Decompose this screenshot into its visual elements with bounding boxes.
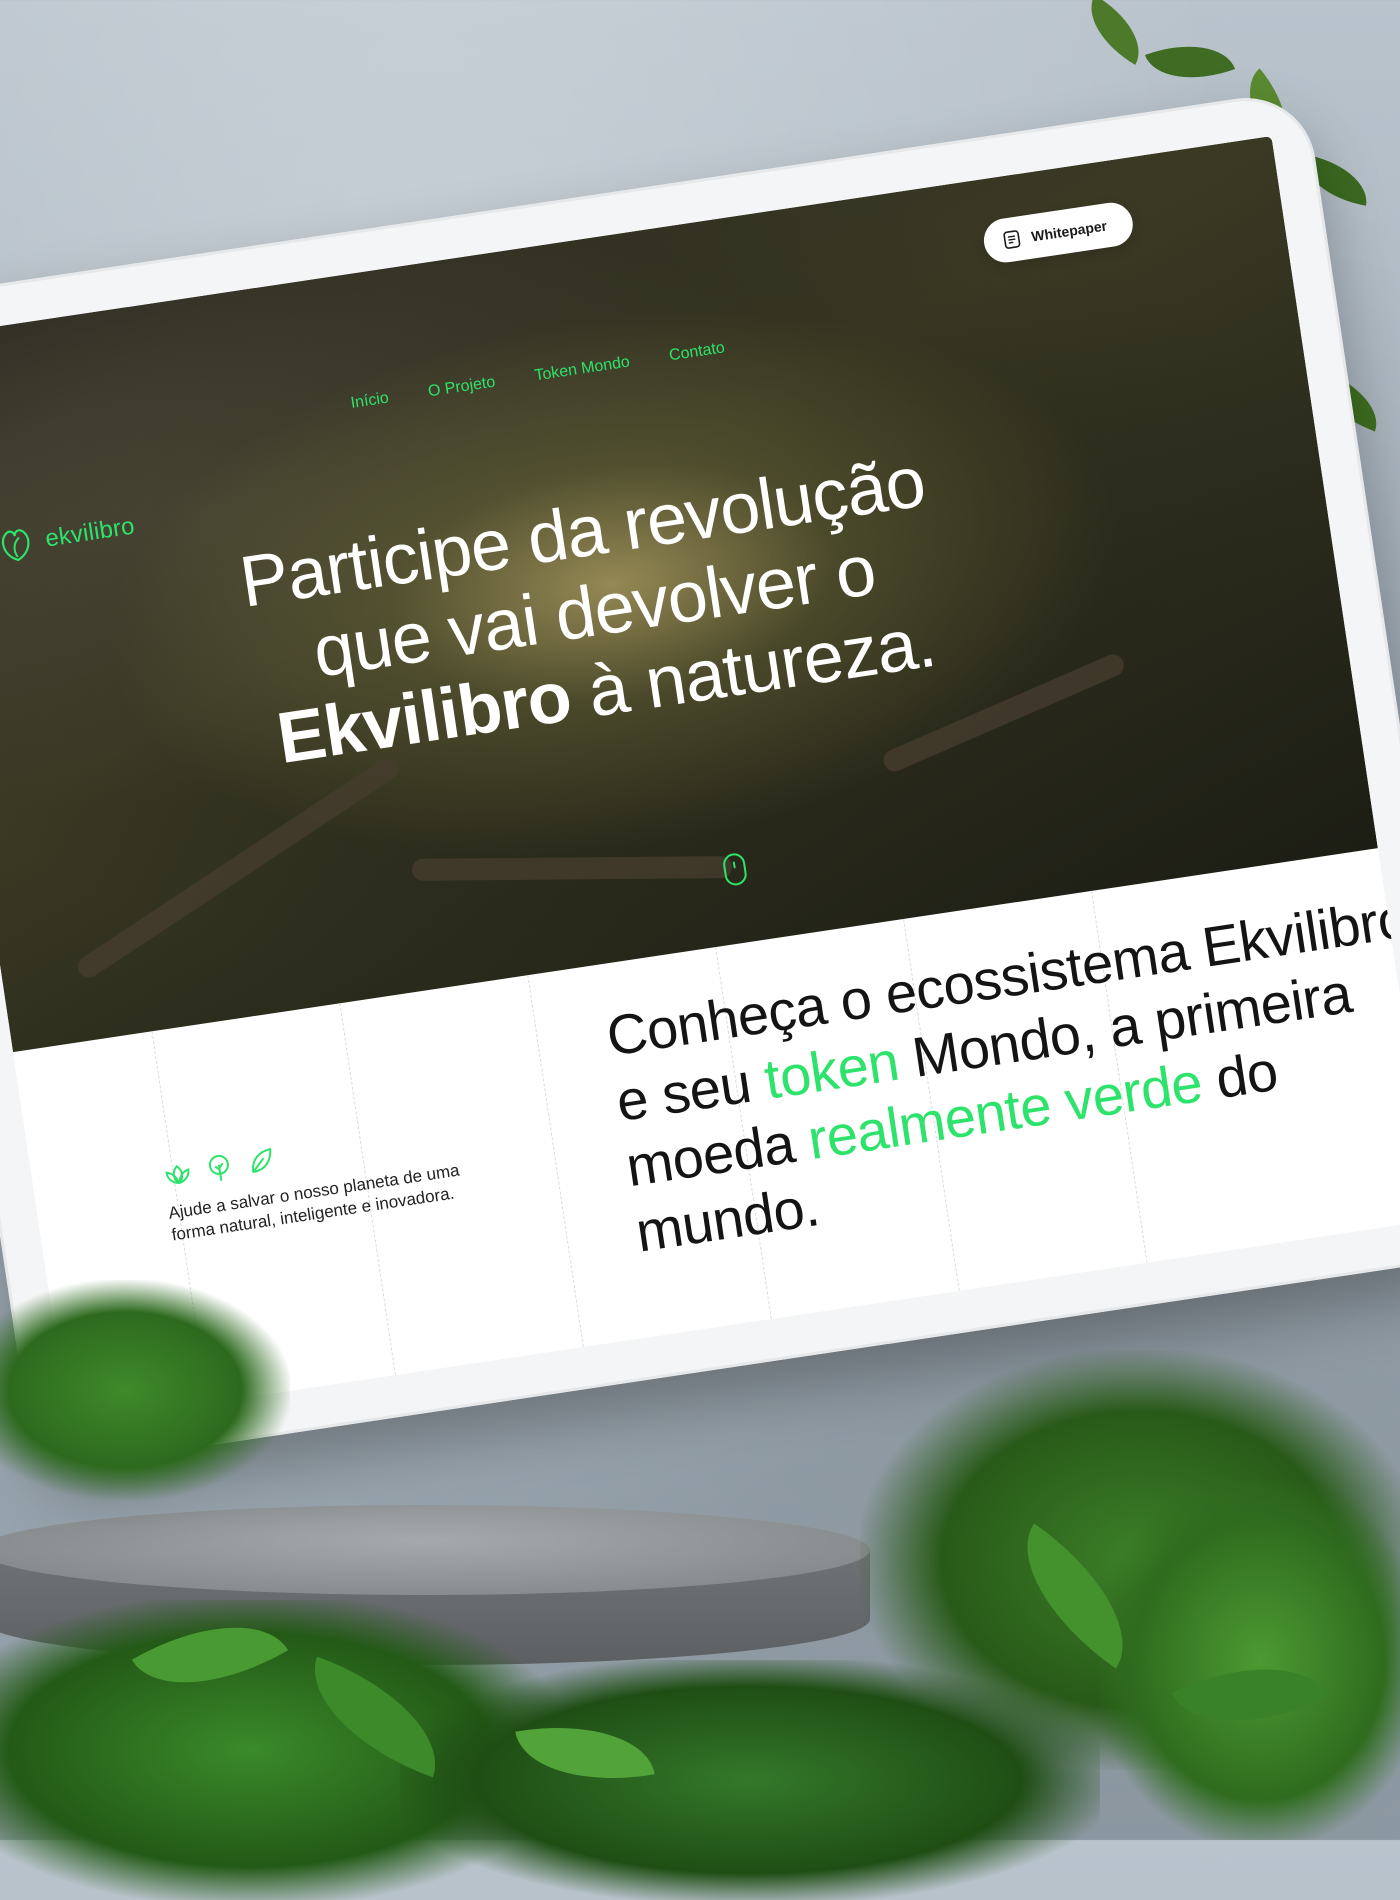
tablet-device: ekvilibro Início O Projeto Token Mondo C… (0, 88, 1400, 1472)
nav-item-inicio[interactable]: Início (350, 389, 390, 412)
nav-item-o-projeto[interactable]: O Projeto (427, 374, 497, 402)
whitepaper-label: Whitepaper (1030, 217, 1108, 245)
brand-logo[interactable]: ekvilibro (0, 507, 137, 567)
hero-section: ekvilibro Início O Projeto Token Mondo C… (0, 136, 1378, 1053)
intro-block: Ajude a salvar o nosso planeta de uma fo… (161, 1117, 470, 1246)
website-screen: ekvilibro Início O Projeto Token Mondo C… (0, 136, 1400, 1424)
leaf-icon (252, 1147, 272, 1174)
tree-icon (208, 1154, 229, 1181)
lotus-icon (165, 1164, 190, 1185)
nav-item-contato[interactable]: Contato (668, 339, 726, 365)
document-icon (1003, 230, 1021, 249)
leaf-logo-icon (2, 529, 30, 562)
nav-item-token-mondo[interactable]: Token Mondo (533, 353, 631, 385)
scroll-mouse-icon[interactable] (721, 851, 749, 887)
hero-headline: Participe da revolução que vai devolver … (191, 435, 998, 788)
whitepaper-button[interactable]: Whitepaper (980, 199, 1136, 266)
main-nav: Início O Projeto Token Mondo Contato (350, 339, 726, 413)
grid-divider (527, 975, 584, 1348)
brand-name: ekvilibro (43, 512, 137, 553)
